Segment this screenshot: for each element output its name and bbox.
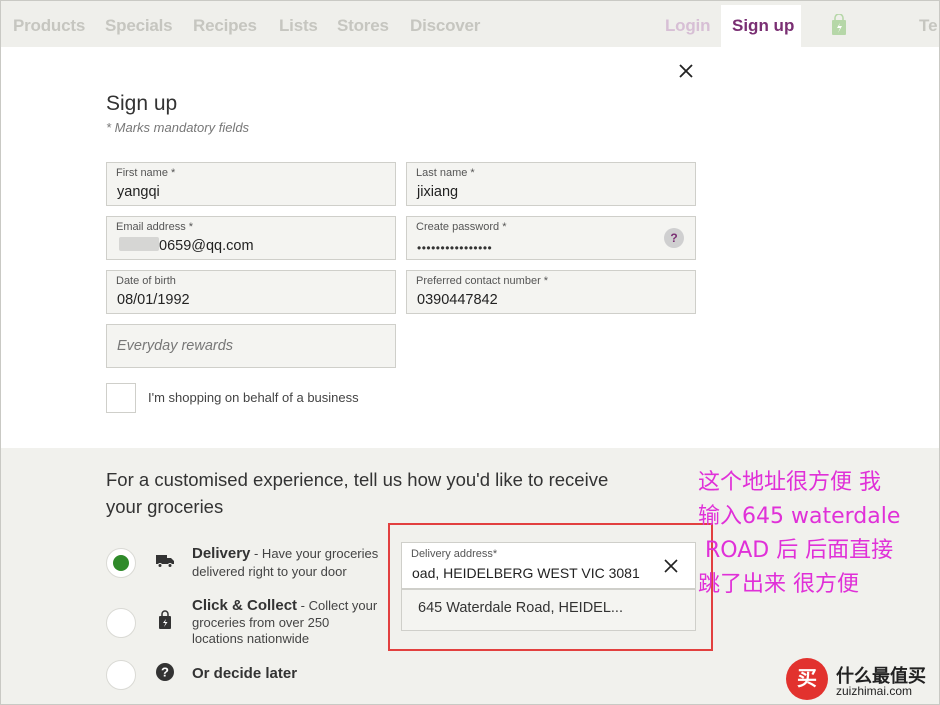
watermark-badge: 买 <box>786 658 828 700</box>
nav-login[interactable]: Login <box>665 16 710 36</box>
click-collect-option-title[interactable]: Click & Collect - Collect your <box>192 597 377 614</box>
dob-field[interactable]: Date of birth 08/01/1992 <box>106 270 396 314</box>
phone-value: 0390447842 <box>417 292 498 308</box>
email-value: 0659@qq.com <box>159 238 254 254</box>
nav-products[interactable]: Products <box>13 16 85 36</box>
phone-label: Preferred contact number * <box>416 275 549 287</box>
help-icon[interactable]: ? <box>664 228 684 248</box>
svg-text:?: ? <box>161 665 169 680</box>
delivery-desc-line2: delivered right to your door <box>192 564 347 579</box>
decide-later-radio[interactable] <box>106 660 136 690</box>
watermark-url: zuizhimai.com <box>836 684 913 698</box>
top-nav: Products Specials Recipes Lists Stores D… <box>0 0 940 48</box>
last-name-field[interactable]: Last name * jixiang <box>406 162 696 206</box>
delivery-heading: For a customised experience, tell us how… <box>106 469 609 517</box>
nav-specials[interactable]: Specials <box>105 16 173 36</box>
dob-value: 08/01/1992 <box>117 292 190 308</box>
first-name-field[interactable]: First name * yangqi <box>106 162 396 206</box>
delivery-address-value: oad, HEIDELBERG WEST VIC 3081 <box>412 565 640 581</box>
annotation-line: ROAD 后 后面直接 <box>698 538 894 563</box>
shopping-bag-icon[interactable] <box>831 14 847 36</box>
mandatory-note: * Marks mandatory fields <box>106 120 250 135</box>
delivery-option-title[interactable]: Delivery - Have your groceries <box>192 545 378 562</box>
password-label: Create password * <box>416 221 507 233</box>
delivery-desc: - Have your groceries <box>250 546 379 561</box>
delivery-radio[interactable] <box>106 548 136 578</box>
last-name-label: Last name * <box>416 167 475 179</box>
decide-later-title[interactable]: Or decide later <box>192 665 297 682</box>
nav-stores[interactable]: Stores <box>337 16 389 36</box>
phone-field[interactable]: Preferred contact number * 0390447842 <box>406 270 696 314</box>
rewards-placeholder: Everyday rewards <box>117 338 234 354</box>
tab-signup[interactable]: Sign up <box>721 5 801 48</box>
click-collect-desc-line2: groceries from over 250 <box>192 615 330 630</box>
clear-icon[interactable] <box>662 557 680 575</box>
delivery-title: Delivery <box>192 545 251 562</box>
click-collect-desc-line3: locations nationwide <box>192 631 310 646</box>
nav-lists[interactable]: Lists <box>279 16 318 36</box>
delivery-address-label: Delivery address* <box>411 548 498 560</box>
rewards-input[interactable]: Everyday rewards <box>106 324 396 368</box>
nav-recipes[interactable]: Recipes <box>193 16 257 36</box>
page-title: Sign up <box>106 92 178 115</box>
password-field[interactable]: Create password * •••••••••••••••• ? <box>406 216 696 260</box>
annotation-line: 输入645 waterdale <box>698 504 901 529</box>
redacted-block <box>119 237 159 251</box>
annotation-note: 这个地址很方便 我 输入645 waterdale ROAD 后 后面直接 跳了… <box>698 466 933 602</box>
email-field[interactable]: Email address * 0659@qq.com <box>106 216 396 260</box>
annotation-line: 跳了出来 很方便 <box>698 572 859 597</box>
nav-discover[interactable]: Discover <box>410 16 480 36</box>
address-suggestion[interactable]: 645 Waterdale Road, HEIDEL... <box>401 589 696 631</box>
delivery-address-input[interactable]: Delivery address* oad, HEIDELBERG WEST V… <box>401 542 696 589</box>
email-label: Email address * <box>116 221 194 233</box>
question-icon: ? <box>156 663 174 681</box>
business-checkbox[interactable] <box>106 383 136 413</box>
tab-signup-label: Sign up <box>732 16 795 35</box>
click-collect-desc: - Collect your <box>297 598 378 613</box>
business-checkbox-label: I'm shopping on behalf of a business <box>148 390 359 405</box>
last-name-value: jixiang <box>417 184 459 200</box>
password-value: •••••••••••••••• <box>417 241 493 255</box>
dob-label: Date of birth <box>116 275 176 287</box>
click-collect-radio[interactable] <box>106 608 136 638</box>
first-name-label: First name * <box>116 167 176 179</box>
annotation-line: 这个地址很方便 我 <box>698 470 881 495</box>
address-suggestion-text: 645 Waterdale Road, HEIDEL... <box>418 600 623 616</box>
first-name-value: yangqi <box>117 184 160 200</box>
click-collect-title: Click & Collect <box>192 597 298 614</box>
close-icon[interactable] <box>677 62 695 80</box>
watermark-logo: 买 什么最值买 zuizhimai.com <box>786 652 936 700</box>
nav-truncated-item[interactable]: Te <box>919 16 938 36</box>
collect-bag-icon <box>159 610 171 629</box>
truck-icon <box>156 555 174 568</box>
